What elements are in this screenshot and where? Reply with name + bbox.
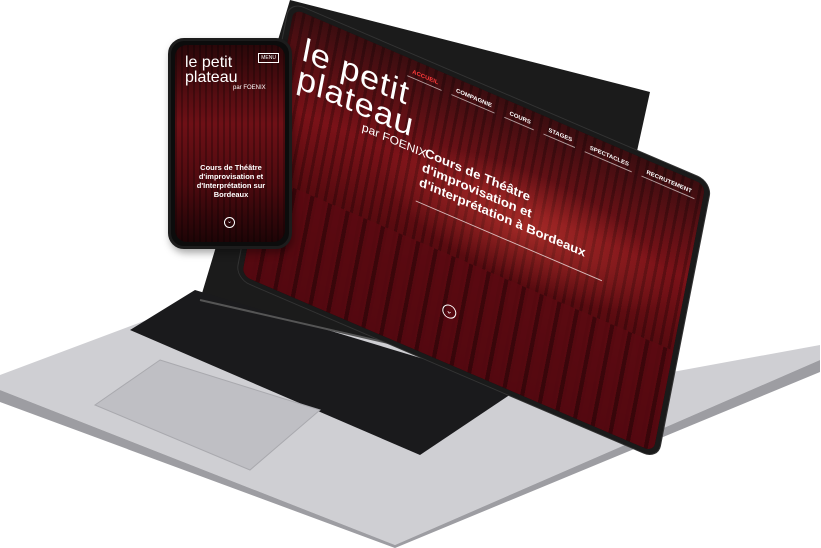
- phone-logo-line-2: plateau: [185, 69, 238, 86]
- phone-site-logo[interactable]: le petit plateau par FOENIX: [185, 54, 266, 92]
- chevron-down-icon[interactable]: ⌄: [224, 217, 235, 228]
- nav-item-stages[interactable]: STAGES: [543, 124, 577, 149]
- nav-item-spectacles[interactable]: SPECTACLES: [584, 142, 634, 173]
- site-logo[interactable]: le petit plateau par FOENIX: [292, 32, 438, 161]
- phone-menu-button[interactable]: MENU: [258, 53, 279, 63]
- phone-device: le petit plateau par FOENIX MENU Cours d…: [168, 38, 292, 249]
- phone-hero-title: Cours de Théâtre d'improvisation et d'In…: [196, 163, 266, 199]
- nav-item-cours[interactable]: COURS: [504, 107, 536, 131]
- phone-logo-tagline: par FOENIX: [233, 85, 266, 91]
- nav-item-compagnie[interactable]: COMPAGNIE: [450, 84, 497, 114]
- phone-logo-line-1: le petit: [185, 54, 233, 71]
- device-mockup: le petit plateau par FOENIX ACCUEIL COMP…: [0, 0, 821, 548]
- phone-screen: le petit plateau par FOENIX MENU Cours d…: [175, 45, 285, 242]
